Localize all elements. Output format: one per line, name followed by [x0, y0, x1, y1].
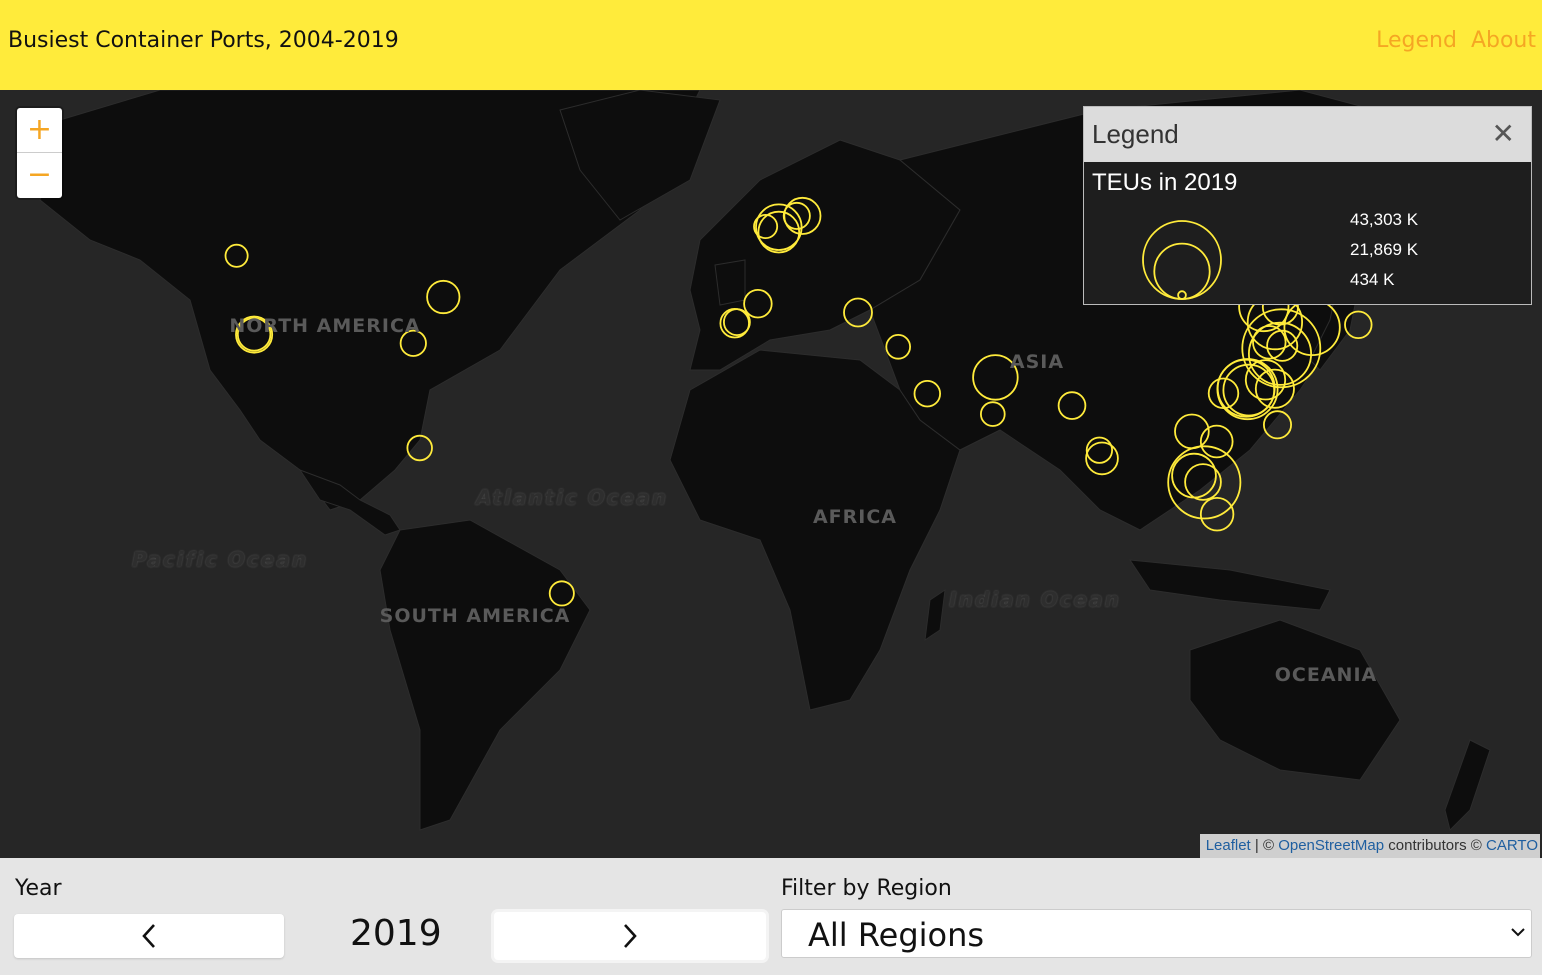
- map-attribution: Leaflet | © OpenStreetMap contributors ©…: [1199, 834, 1540, 858]
- attribution-text: contributors ©: [1384, 837, 1487, 854]
- minus-icon: −: [26, 157, 53, 192]
- app-header: Busiest Container Ports, 2004-2019 Legen…: [0, 0, 1542, 90]
- legend-header: Legend ✕: [1084, 107, 1531, 162]
- port-marker[interactable]: [1199, 497, 1235, 532]
- chevron-down-icon: [1511, 928, 1525, 937]
- legend-size-circles: [1142, 220, 1222, 300]
- legend-size-circle: [1177, 290, 1187, 300]
- year-value: 2019: [350, 913, 442, 954]
- continent-label: ASIA: [1009, 351, 1065, 373]
- world-map[interactable]: NORTH AMERICA SOUTH AMERICA AFRICA ASIA …: [0, 90, 1542, 858]
- ocean-label: Pacific Ocean: [131, 547, 309, 572]
- leaflet-link[interactable]: Leaflet: [1206, 837, 1251, 854]
- app-title: Busiest Container Ports, 2004-2019: [8, 28, 399, 53]
- legend-panel: Legend ✕ TEUs in 2019 43,303 K 21,869 K …: [1083, 106, 1532, 305]
- legend-size-circle: [1142, 220, 1222, 300]
- osm-link[interactable]: OpenStreetMap: [1278, 837, 1384, 854]
- legend-title: Legend: [1092, 119, 1179, 149]
- next-year-button[interactable]: [494, 912, 766, 960]
- region-filter-label: Filter by Region: [781, 876, 952, 901]
- legend-subtitle: TEUs in 2019: [1092, 169, 1238, 196]
- carto-link[interactable]: CARTO: [1486, 837, 1538, 854]
- continent-label: SOUTH AMERICA: [379, 605, 571, 627]
- controls-panel: Year 2019 Filter by Region All Regions: [0, 858, 1542, 975]
- prev-year-button[interactable]: [14, 914, 284, 958]
- nav-about-link[interactable]: About: [1471, 28, 1536, 53]
- chevron-left-icon: [142, 924, 155, 948]
- region-select[interactable]: All Regions: [781, 909, 1532, 958]
- attribution-text: | ©: [1250, 837, 1279, 854]
- chevron-right-icon: [624, 924, 637, 948]
- continent-label: AFRICA: [812, 506, 898, 528]
- ocean-label: Indian Ocean: [949, 587, 1121, 612]
- nav-legend-link[interactable]: Legend: [1376, 28, 1457, 53]
- zoom-control: + −: [17, 108, 62, 198]
- legend-value-min: 434 K: [1350, 270, 1395, 289]
- ocean-label: Atlantic Ocean: [476, 485, 668, 510]
- continent-label: NORTH AMERICA: [229, 315, 421, 337]
- close-icon[interactable]: ✕: [1492, 117, 1515, 150]
- legend-value-max: 43,303 K: [1350, 210, 1419, 229]
- top-nav: Legend About: [1362, 28, 1536, 53]
- legend-value-mid: 21,869 K: [1350, 240, 1419, 259]
- plus-icon: +: [26, 112, 53, 147]
- zoom-in-button[interactable]: +: [17, 108, 62, 153]
- continent-label: OCEANIA: [1274, 664, 1378, 686]
- region-selected-value: All Regions: [808, 916, 985, 954]
- year-label: Year: [15, 876, 62, 901]
- zoom-out-button[interactable]: −: [17, 153, 62, 197]
